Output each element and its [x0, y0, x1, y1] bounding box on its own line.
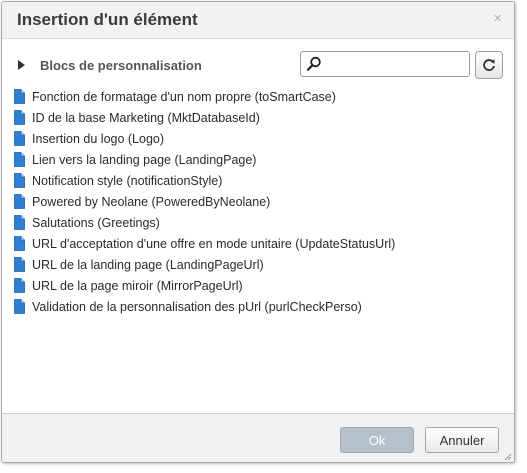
search-icon [306, 56, 321, 71]
document-icon [14, 89, 25, 104]
document-icon [14, 215, 25, 230]
refresh-icon [483, 59, 495, 71]
refresh-button[interactable] [475, 51, 503, 79]
list-item[interactable]: Fonction de formatage d'un nom propre (t… [14, 86, 494, 107]
dialog-title: Insertion d'un élément [17, 10, 198, 29]
insert-element-dialog: Insertion d'un élément × Blocs de person… [1, 1, 515, 463]
list-item-label: Insertion du logo (Logo) [32, 131, 165, 146]
list-item[interactable]: URL de la page miroir (MirrorPageUrl) [14, 275, 494, 296]
document-icon [14, 173, 25, 188]
document-icon [14, 278, 25, 293]
dialog-footer: Ok Annuler [2, 413, 514, 462]
section-header[interactable]: Blocs de personnalisation [18, 57, 202, 73]
resize-grip-icon[interactable] [502, 451, 512, 461]
document-icon [14, 299, 25, 314]
list-item-label: URL de la page miroir (MirrorPageUrl) [32, 278, 243, 293]
list-item[interactable]: Powered by Neolane (PoweredByNeolane) [14, 191, 494, 212]
list-item-label: Salutations (Greetings) [32, 215, 160, 230]
list-item-label: URL d'acceptation d'une offre en mode un… [32, 236, 396, 251]
search-input[interactable] [325, 54, 469, 76]
cancel-button[interactable]: Annuler [425, 427, 499, 453]
list-item-label: URL de la landing page (LandingPageUrl) [32, 257, 264, 272]
list-item-label: Notification style (notificationStyle) [32, 173, 223, 188]
list-item[interactable]: Notification style (notificationStyle) [14, 170, 494, 191]
dialog-titlebar: Insertion d'un élément × [2, 2, 514, 39]
list-item[interactable]: Salutations (Greetings) [14, 212, 494, 233]
list-item[interactable]: URL d'acceptation d'une offre en mode un… [14, 233, 494, 254]
list-item-label: Powered by Neolane (PoweredByNeolane) [32, 194, 271, 209]
document-icon [14, 194, 25, 209]
section-label: Blocs de personnalisation [40, 57, 202, 73]
document-icon [14, 236, 25, 251]
close-icon[interactable]: × [493, 11, 502, 27]
document-icon [14, 257, 25, 272]
list-item[interactable]: ID de la base Marketing (MktDatabaseId) [14, 107, 494, 128]
list-item[interactable]: Insertion du logo (Logo) [14, 128, 494, 149]
list-item-label: ID de la base Marketing (MktDatabaseId) [32, 110, 260, 125]
list-item-label: Fonction de formatage d'un nom propre (t… [32, 89, 336, 104]
document-icon [14, 110, 25, 125]
document-icon [14, 152, 25, 167]
personalization-block-list: Fonction de formatage d'un nom propre (t… [14, 86, 494, 317]
list-item[interactable]: URL de la landing page (LandingPageUrl) [14, 254, 494, 275]
triangle-right-icon[interactable] [18, 60, 25, 70]
ok-button[interactable]: Ok [340, 427, 414, 453]
list-item[interactable]: Validation de la personnalisation des pU… [14, 296, 494, 317]
list-item-label: Validation de la personnalisation des pU… [32, 299, 362, 314]
list-item[interactable]: Lien vers la landing page (LandingPage) [14, 149, 494, 170]
search-box[interactable] [300, 51, 470, 77]
list-item-label: Lien vers la landing page (LandingPage) [32, 152, 257, 167]
document-icon [14, 131, 25, 146]
